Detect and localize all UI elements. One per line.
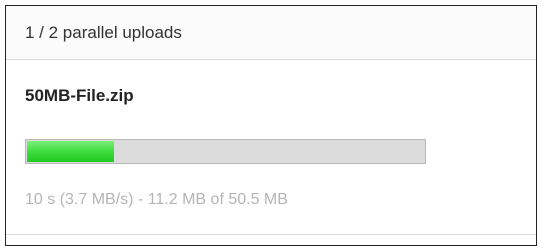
upload-progress-fill [27, 141, 114, 162]
parallel-uploads-count: 1 / 2 parallel uploads [25, 22, 182, 42]
upload-progress-bar [25, 139, 426, 164]
upload-item: 50MB-File.zip 10 s (3.7 MB/s) - 11.2 MB … [6, 60, 536, 236]
file-name: 50MB-File.zip [25, 86, 134, 105]
divider [6, 234, 536, 235]
panel-header: 1 / 2 parallel uploads [6, 6, 536, 60]
upload-panel: 1 / 2 parallel uploads 50MB-File.zip 10 … [5, 5, 537, 246]
upload-status-text: 10 s (3.7 MB/s) - 11.2 MB of 50.5 MB [25, 191, 288, 208]
